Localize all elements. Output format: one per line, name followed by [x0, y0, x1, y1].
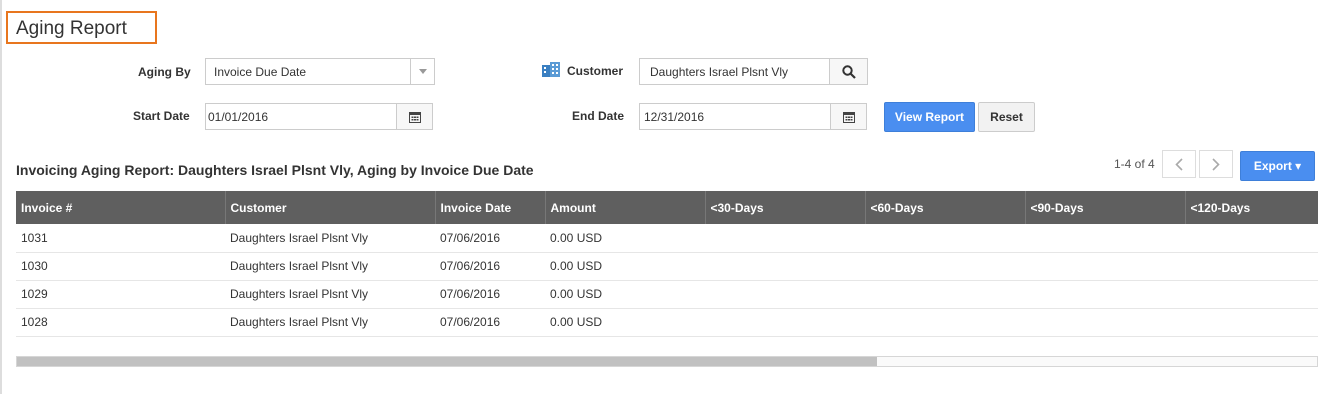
calendar-icon[interactable]	[396, 104, 432, 129]
invoice-number-cell: 1030	[16, 252, 225, 281]
90-days-cell	[1025, 224, 1185, 253]
scrollbar-thumb[interactable]	[17, 357, 877, 366]
invoice-date-cell: 07/06/2016	[435, 308, 545, 337]
reset-button[interactable]: Reset	[978, 102, 1035, 132]
30-days-cell	[705, 252, 865, 281]
amount-cell: 0.00 USD	[545, 308, 705, 337]
customer-label: Customer	[567, 64, 624, 78]
customer-value: Daughters Israel Plsnt Vly	[650, 64, 789, 79]
customer-cell: Daughters Israel Plsnt Vly	[225, 252, 435, 281]
customer-cell: Daughters Israel Plsnt Vly	[225, 308, 435, 337]
building-icon	[541, 61, 561, 82]
table-row[interactable]: 1030 Daughters Israel Plsnt Vly 07/06/20…	[16, 252, 1318, 281]
aging-by-value: Invoice Due Date	[214, 64, 307, 79]
invoice-number-cell: 1029	[16, 280, 225, 309]
30-days-cell	[705, 224, 865, 253]
end-date-value: 12/31/2016	[644, 109, 705, 124]
report-title: Invoicing Aging Report: Daughters Israel…	[16, 162, 534, 178]
end-date-label: End Date	[572, 109, 625, 123]
column-header-120-days[interactable]: <120-Days	[1184, 191, 1318, 224]
column-header-amount[interactable]: Amount	[544, 191, 705, 224]
120-days-cell	[1185, 280, 1318, 309]
amount-cell: 0.00 USD	[545, 280, 705, 309]
view-report-button[interactable]: View Report	[884, 102, 975, 132]
start-date-field[interactable]: 01/01/2016	[205, 103, 433, 130]
customer-cell: Daughters Israel Plsnt Vly	[225, 224, 435, 253]
120-days-cell	[1185, 224, 1318, 253]
30-days-cell	[705, 280, 865, 309]
90-days-cell	[1025, 308, 1185, 337]
table-row[interactable]: 1031 Daughters Israel Plsnt Vly 07/06/20…	[16, 224, 1318, 253]
120-days-cell	[1185, 252, 1318, 281]
caret-down-icon[interactable]	[410, 59, 434, 84]
column-header-invoice-date[interactable]: Invoice Date	[434, 191, 545, 224]
aging-by-select[interactable]: Invoice Due Date	[205, 58, 435, 85]
amount-cell: 0.00 USD	[545, 252, 705, 281]
aging-report-table: Invoice # Customer Invoice Date Amount <…	[16, 191, 1318, 337]
90-days-cell	[1025, 280, 1185, 309]
page-left-border	[0, 0, 2, 394]
column-header-invoice-number[interactable]: Invoice #	[16, 191, 225, 224]
120-days-cell	[1185, 308, 1318, 337]
column-header-90-days[interactable]: <90-Days	[1024, 191, 1185, 224]
chevron-left-icon[interactable]	[1162, 150, 1196, 178]
invoice-date-cell: 07/06/2016	[435, 224, 545, 253]
60-days-cell	[865, 252, 1025, 281]
chevron-right-icon[interactable]	[1199, 150, 1233, 178]
customer-field[interactable]: Daughters Israel Plsnt Vly	[639, 58, 868, 85]
search-icon[interactable]	[829, 59, 867, 84]
customer-cell: Daughters Israel Plsnt Vly	[225, 280, 435, 309]
end-date-field[interactable]: 12/31/2016	[639, 103, 867, 130]
pager-count: 1-4 of 4	[1114, 157, 1155, 171]
invoice-date-cell: 07/06/2016	[435, 280, 545, 309]
column-header-60-days[interactable]: <60-Days	[864, 191, 1025, 224]
table-header-row: Invoice # Customer Invoice Date Amount <…	[16, 191, 1318, 224]
60-days-cell	[865, 308, 1025, 337]
60-days-cell	[865, 224, 1025, 253]
amount-cell: 0.00 USD	[545, 224, 705, 253]
table-row[interactable]: 1028 Daughters Israel Plsnt Vly 07/06/20…	[16, 308, 1318, 337]
invoice-number-cell: 1031	[16, 224, 225, 253]
start-date-value: 01/01/2016	[208, 109, 269, 124]
page-title: Aging Report	[6, 11, 157, 44]
horizontal-scrollbar[interactable]	[16, 356, 1318, 367]
invoice-date-cell: 07/06/2016	[435, 252, 545, 281]
table-row[interactable]: 1029 Daughters Israel Plsnt Vly 07/06/20…	[16, 280, 1318, 309]
aging-by-label: Aging By	[138, 65, 191, 79]
90-days-cell	[1025, 252, 1185, 281]
column-header-customer[interactable]: Customer	[224, 191, 435, 224]
export-button[interactable]: Export ▾	[1240, 151, 1315, 181]
start-date-label: Start Date	[133, 109, 190, 123]
column-header-30-days[interactable]: <30-Days	[704, 191, 865, 224]
invoice-number-cell: 1028	[16, 308, 225, 337]
calendar-icon[interactable]	[830, 104, 866, 129]
30-days-cell	[705, 308, 865, 337]
60-days-cell	[865, 280, 1025, 309]
